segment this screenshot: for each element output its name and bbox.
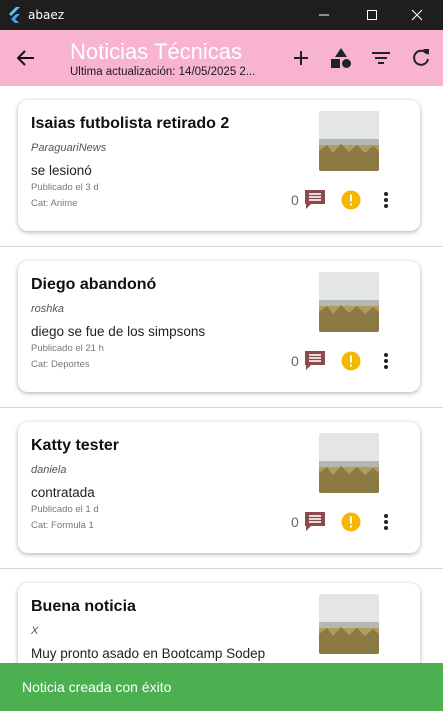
page-title: Noticias Técnicas [70,39,242,64]
news-card[interactable]: Isaias futbolista retirado 2 ParaguariNe… [18,100,420,231]
maximize-icon [367,10,377,20]
report-button[interactable] [341,512,361,532]
news-thumbnail [319,433,379,493]
landscape-image [319,594,379,654]
news-description: se lesionó [31,163,92,178]
flutter-logo-icon [9,7,20,23]
news-title: Isaias futbolista retirado 2 [31,115,230,132]
filter-list-icon [372,52,390,64]
window-titlebar: abaez [0,0,443,30]
report-icon [341,512,361,532]
more-options-button[interactable] [378,188,394,212]
maximize-button[interactable] [355,0,389,30]
add-news-button[interactable] [287,44,315,72]
category-shapes-icon [331,48,351,68]
news-title: Katty tester [31,437,120,454]
news-thumbnail [319,111,379,171]
snackbar-message: Noticia creada con éxito [22,679,172,695]
arrow-back-icon [16,50,34,66]
news-source: roshka [31,303,65,315]
comment-icon [305,351,325,370]
categories-button[interactable] [327,44,355,72]
news-card[interactable]: Katty tester daniela contratada Publicad… [18,422,420,553]
minimize-button[interactable] [307,0,341,30]
news-card[interactable]: Diego abandonó roshka diego se fue de lo… [18,261,420,392]
news-source: X [31,625,39,637]
news-category: Cat: Deportes [31,359,90,370]
comment-icon [305,512,325,531]
window-title: abaez [28,8,65,22]
news-published: Publicado el 3 d [31,182,99,193]
more-vert-icon [384,192,388,208]
news-source: ParaguariNews [31,142,107,154]
list-divider [0,568,443,569]
close-icon [411,9,423,21]
comments-button[interactable] [304,189,328,211]
close-window-button[interactable] [400,0,434,30]
last-update-text: Última actualización: 14/05/2025 2... [70,66,256,78]
app-bar: Noticias Técnicas Última actualización: … [0,30,443,86]
news-source: daniela [31,464,67,476]
list-divider [0,246,443,247]
refresh-button[interactable] [407,44,435,72]
comments-button[interactable] [304,511,328,533]
report-button[interactable] [341,351,361,371]
list-divider [0,407,443,408]
report-button[interactable] [341,190,361,210]
back-button[interactable] [12,44,40,72]
landscape-image [319,272,379,332]
snackbar: Noticia creada con éxito [0,663,443,711]
add-icon [294,51,308,65]
landscape-image [319,433,379,493]
news-description: contratada [31,485,95,500]
more-options-button[interactable] [378,349,394,373]
report-icon [341,351,361,371]
news-thumbnail [319,272,379,332]
comments-button[interactable] [304,350,328,372]
comment-count: 0 [291,353,299,369]
news-thumbnail [319,594,379,654]
news-title: Buena noticia [31,598,136,615]
refresh-icon [413,49,429,66]
minimize-icon [319,14,329,16]
news-list[interactable]: Isaias futbolista retirado 2 ParaguariNe… [0,86,443,711]
news-published: Publicado el 1 d [31,504,99,515]
comment-count: 0 [291,514,299,530]
report-icon [341,190,361,210]
news-description: diego se fue de los simpsons [31,324,206,339]
news-title: Diego abandonó [31,276,157,293]
landscape-image [319,111,379,171]
more-options-button[interactable] [378,510,394,534]
news-category: Cat: Formula 1 [31,520,94,531]
comment-count: 0 [291,192,299,208]
news-description: Muy pronto asado en Bootcamp Sodep [31,646,266,661]
more-vert-icon [384,353,388,369]
filter-button[interactable] [367,44,395,72]
comment-icon [305,190,325,209]
news-published: Publicado el 21 h [31,343,104,354]
news-category: Cat: Anime [31,198,78,209]
more-vert-icon [384,514,388,530]
